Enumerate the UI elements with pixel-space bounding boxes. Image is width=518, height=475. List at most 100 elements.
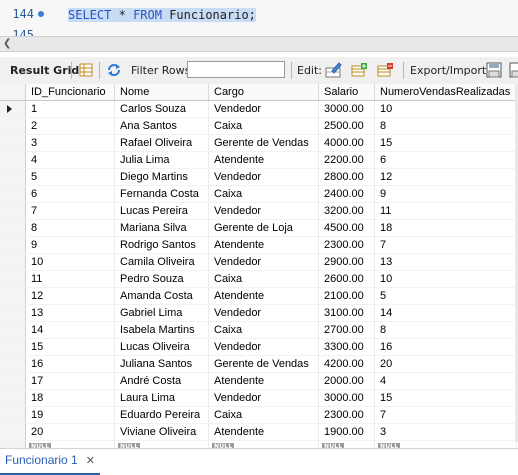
table-cell[interactable]: Vendedor [208, 100, 319, 118]
table-cell[interactable]: Lucas Pereira [114, 202, 209, 220]
table-cell[interactable]: 2700.00 [318, 321, 375, 339]
table-row[interactable]: 19 Eduardo Pereira Caixa 2300.00 7 [0, 406, 517, 424]
row-selector[interactable] [0, 236, 26, 254]
row-selector[interactable] [0, 185, 26, 203]
table-cell[interactable]: Rafael Oliveira [114, 134, 209, 152]
column-header-id[interactable]: ID_Funcionario [25, 84, 115, 101]
filter-rows-input[interactable] [187, 61, 285, 78]
result-grid-label[interactable]: Result Grid [10, 57, 79, 84]
delete-row-icon[interactable] [377, 62, 394, 78]
row-selector[interactable] [0, 151, 26, 169]
table-cell[interactable]: Vendedor [208, 338, 319, 356]
table-cell[interactable]: 1 [25, 100, 115, 118]
table-cell[interactable]: 6 [374, 151, 517, 169]
table-row[interactable]: 20 Viviane Oliveira Atendente 1900.00 3 [0, 423, 517, 441]
table-cell[interactable]: 4 [374, 372, 517, 390]
column-header-nome[interactable]: Nome [114, 84, 209, 101]
table-cell[interactable]: Camila Oliveira [114, 253, 209, 271]
table-row[interactable]: 17 André Costa Atendente 2000.00 4 [0, 372, 517, 390]
table-cell[interactable]: 11 [25, 270, 115, 288]
row-selector[interactable] [0, 423, 26, 441]
table-cell[interactable]: 2800.00 [318, 168, 375, 186]
import-icon[interactable] [509, 62, 518, 78]
table-cell[interactable]: Atendente [208, 236, 319, 254]
table-cell[interactable]: 3000.00 [318, 100, 375, 118]
table-cell[interactable]: Lucas Oliveira [114, 338, 209, 356]
table-cell[interactable]: Vendedor [208, 168, 319, 186]
table-cell[interactable]: 7 [374, 236, 517, 254]
grid-layout-icon[interactable] [79, 63, 93, 77]
table-cell[interactable]: 3000.00 [318, 389, 375, 407]
column-header-cargo[interactable]: Cargo [208, 84, 319, 101]
table-row[interactable]: 16 Juliana Santos Gerente de Vendas 4200.00… [0, 355, 517, 373]
table-cell[interactable]: Julia Lima [114, 151, 209, 169]
table-cell[interactable]: 15 [374, 134, 517, 152]
table-cell[interactable]: Fernanda Costa [114, 185, 209, 203]
table-cell[interactable]: 12 [374, 168, 517, 186]
table-cell[interactable]: Pedro Souza [114, 270, 209, 288]
table-cell[interactable]: 11 [374, 202, 517, 220]
table-cell[interactable]: 3100.00 [318, 304, 375, 322]
table-cell[interactable]: Caixa [208, 406, 319, 424]
table-cell[interactable]: Gerente de Vendas [208, 355, 319, 373]
table-row[interactable]: 5 Diego Martins Vendedor 2800.00 12 [0, 168, 517, 186]
result-grid[interactable]: ID_Funcionario Nome Cargo Salario Numero… [0, 84, 518, 450]
row-selector[interactable] [0, 389, 26, 407]
table-cell[interactable]: Caixa [208, 321, 319, 339]
table-cell[interactable]: 3200.00 [318, 202, 375, 220]
table-cell[interactable]: Amanda Costa [114, 287, 209, 305]
row-selector[interactable] [0, 270, 26, 288]
row-selector[interactable] [0, 100, 26, 118]
table-cell[interactable]: 4000.00 [318, 134, 375, 152]
table-cell[interactable]: 19 [25, 406, 115, 424]
table-row[interactable]: 3 Rafael Oliveira Gerente de Vendas 4000.00… [0, 134, 517, 152]
table-cell[interactable]: 10 [374, 100, 517, 118]
row-selector[interactable] [0, 304, 26, 322]
table-cell[interactable]: Atendente [208, 151, 319, 169]
table-cell[interactable]: 8 [374, 321, 517, 339]
table-cell[interactable]: Atendente [208, 287, 319, 305]
row-selector[interactable] [0, 168, 26, 186]
table-cell[interactable]: Eduardo Pereira [114, 406, 209, 424]
column-header-numero-vendas[interactable]: NumeroVendasRealizadas [374, 84, 517, 101]
table-row[interactable]: 9 Rodrigo Santos Atendente 2300.00 7 [0, 236, 517, 254]
table-cell[interactable]: 2500.00 [318, 117, 375, 135]
table-cell[interactable]: 2 [25, 117, 115, 135]
table-cell[interactable]: Diego Martins [114, 168, 209, 186]
table-cell[interactable]: 20 [25, 423, 115, 441]
export-icon[interactable] [486, 62, 502, 78]
table-cell[interactable]: 2000.00 [318, 372, 375, 390]
table-cell[interactable]: 5 [374, 287, 517, 305]
scroll-left-icon[interactable]: ❮ [3, 38, 11, 50]
tab-funcionario-1[interactable]: Funcionario 1 ✕ [0, 449, 100, 475]
table-cell[interactable]: Laura Lima [114, 389, 209, 407]
table-row[interactable]: 1 Carlos Souza Vendedor 3000.00 10 [0, 100, 517, 118]
table-cell[interactable]: Rodrigo Santos [114, 236, 209, 254]
row-selector[interactable] [0, 117, 26, 135]
edit-row-icon[interactable] [325, 62, 342, 78]
table-cell[interactable]: 2100.00 [318, 287, 375, 305]
table-cell[interactable]: 2300.00 [318, 406, 375, 424]
table-cell[interactable]: 3 [374, 423, 517, 441]
table-cell[interactable]: Mariana Silva [114, 219, 209, 237]
table-cell[interactable]: 10 [25, 253, 115, 271]
row-selector[interactable] [0, 372, 26, 390]
row-selector[interactable] [0, 219, 26, 237]
table-cell[interactable]: 6 [25, 185, 115, 203]
table-cell[interactable]: 14 [25, 321, 115, 339]
table-cell[interactable]: Vendedor [208, 389, 319, 407]
table-cell[interactable]: 13 [374, 253, 517, 271]
table-cell[interactable]: Ana Santos [114, 117, 209, 135]
row-selector-header[interactable] [0, 84, 26, 101]
table-row[interactable]: 8 Mariana Silva Gerente de Loja 4500.00 18 [0, 219, 517, 237]
editor-line-145[interactable]: 145 [0, 26, 518, 36]
sql-statement[interactable]: SELECT * FROM Funcionario; [68, 6, 256, 24]
sql-editor[interactable]: 144 SELECT * FROM Funcionario; 145 [0, 0, 518, 36]
table-cell[interactable]: Gerente de Loja [208, 219, 319, 237]
table-cell[interactable]: Vendedor [208, 304, 319, 322]
editor-line-144[interactable]: 144 SELECT * FROM Funcionario; [0, 5, 518, 23]
table-cell[interactable]: 4200.00 [318, 355, 375, 373]
table-cell[interactable]: 2400.00 [318, 185, 375, 203]
row-selector[interactable] [0, 287, 26, 305]
table-cell[interactable]: 15 [25, 338, 115, 356]
